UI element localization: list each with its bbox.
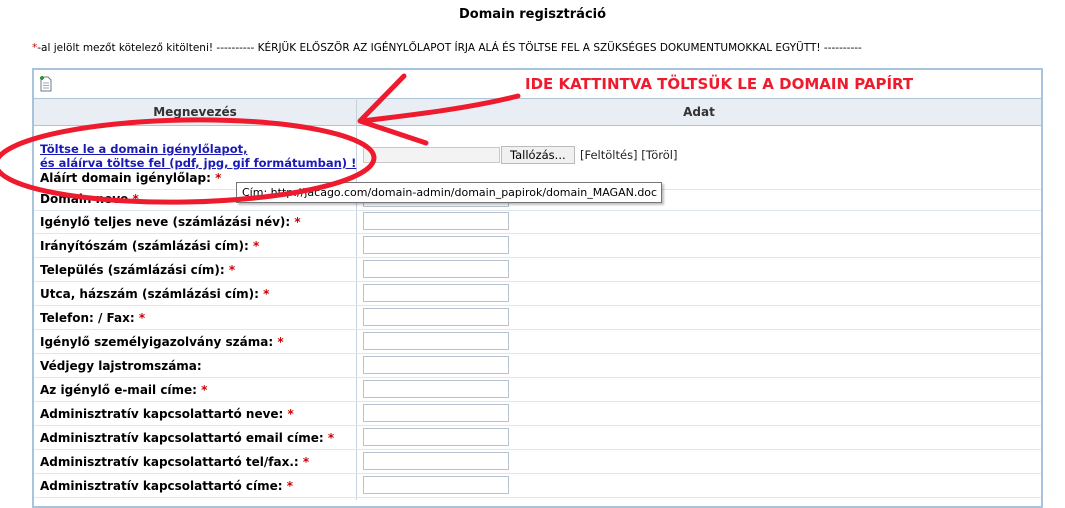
delete-link[interactable]: [Töröl]	[641, 148, 677, 162]
download-link-line1: Töltse le a domain igénylőlapot,	[40, 142, 248, 156]
form-row-trademark: Védjegy lajstromszáma:	[34, 354, 1041, 378]
browse-button[interactable]: Tallózás...	[501, 146, 575, 164]
form-row-city: Település (számlázási cím): *	[34, 258, 1041, 282]
table-header: Megnevezés Adat	[34, 98, 1041, 126]
field-label: Igénylő teljes neve (számlázási név): *	[40, 215, 301, 229]
file-actions: [Feltöltés] [Töröl]	[580, 148, 677, 162]
form-row-admin-address: Adminisztratív kapcsolattartó címe: *	[34, 474, 1041, 498]
admin-email-input[interactable]	[363, 428, 509, 446]
field-label: Az igénylő e-mail címe: *	[40, 383, 208, 397]
form-row-zip: Irányítószám (számlázási cím): *	[34, 234, 1041, 258]
admin-address-input[interactable]	[363, 476, 509, 494]
notice-text: -al jelölt mezőt kötelező kitölteni! ---…	[37, 42, 862, 54]
required-notice: *-al jelölt mezőt kötelező kitölteni! --…	[32, 42, 862, 54]
email-input[interactable]	[363, 380, 509, 398]
trademark-input[interactable]	[363, 356, 509, 374]
field-label: Adminisztratív kapcsolattartó email címe…	[40, 431, 335, 445]
upload-link[interactable]: [Feltöltés]	[580, 148, 638, 162]
id-number-input[interactable]	[363, 332, 509, 350]
form-row-admin-name: Adminisztratív kapcsolattartó neve: *	[34, 402, 1041, 426]
zip-input[interactable]	[363, 236, 509, 254]
form-row-full-name: Igénylő teljes neve (számlázási név): *	[34, 210, 1041, 234]
field-label: Adminisztratív kapcsolattartó címe: *	[40, 479, 294, 493]
city-input[interactable]	[363, 260, 509, 278]
annotation-text: IDE KATTINTVA TÖLTSÜK LE A DOMAIN PAPÍRT	[525, 75, 914, 93]
field-label: Adminisztratív kapcsolattartó neve: *	[40, 407, 294, 421]
column-header-value: Adat	[683, 105, 715, 119]
street-input[interactable]	[363, 284, 509, 302]
form-row-email: Az igénylő e-mail címe: *	[34, 378, 1041, 402]
full-name-input[interactable]	[363, 212, 509, 230]
field-label: Telefon: / Fax: *	[40, 311, 146, 325]
field-label: Utca, házszám (számlázási cím): *	[40, 287, 270, 301]
field-label: Irányítószám (számlázási cím): *	[40, 239, 260, 253]
form-row-admin-email: Adminisztratív kapcsolattartó email címe…	[34, 426, 1041, 450]
form-row-admin-phone: Adminisztratív kapcsolattartó tel/fax.: …	[34, 450, 1041, 474]
file-path-field[interactable]	[363, 147, 500, 163]
page-title: Domain regisztráció	[458, 7, 607, 22]
form-row-street: Utca, házszám (számlázási cím): *	[34, 282, 1041, 306]
field-label: Igénylő személyigazolvány száma: *	[40, 335, 284, 349]
admin-name-input[interactable]	[363, 404, 509, 422]
link-tooltip: Cím: http://jacago.com/domain-admin/doma…	[236, 182, 662, 203]
field-label: Település (számlázási cím): *	[40, 263, 236, 277]
form-row-id-number: Igénylő személyigazolvány száma: *	[34, 330, 1041, 354]
field-label: Domain neve *	[40, 192, 139, 206]
phone-input[interactable]	[363, 308, 509, 326]
admin-phone-input[interactable]	[363, 452, 509, 470]
form-row-phone: Telefon: / Fax: *	[34, 306, 1041, 330]
column-header-name: Megnevezés	[153, 105, 237, 119]
add-document-icon[interactable]	[39, 75, 53, 92]
field-label: Adminisztratív kapcsolattartó tel/fax.: …	[40, 455, 310, 469]
field-label: Védjegy lajstromszáma:	[40, 359, 202, 373]
field-label: Aláírt domain igénylőlap: *	[40, 171, 222, 185]
